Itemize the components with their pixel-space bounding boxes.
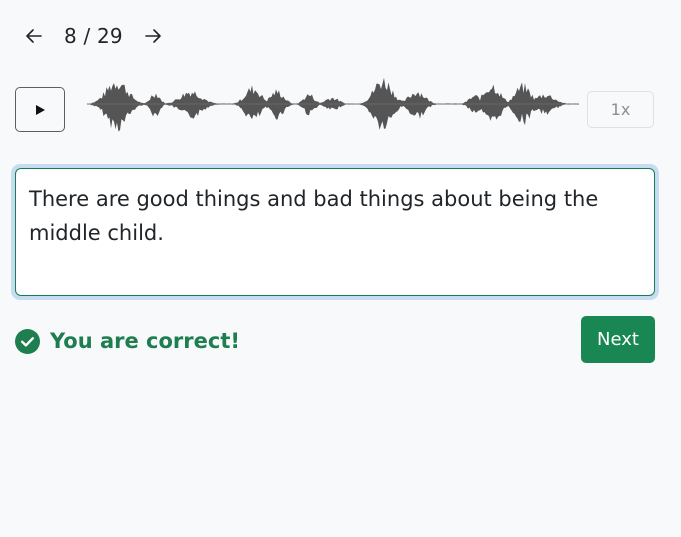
- question-counter: 8 / 29: [64, 24, 123, 48]
- next-button[interactable]: Next: [581, 316, 655, 363]
- play-icon: [36, 104, 45, 115]
- waveform-icon[interactable]: [87, 73, 579, 135]
- arrow-left-icon[interactable]: [24, 26, 44, 46]
- navigation-bar: 8 / 29: [24, 22, 163, 50]
- arrow-right-icon[interactable]: [143, 26, 163, 46]
- feedback-message: You are correct!: [15, 328, 240, 354]
- answer-input[interactable]: There are good things and bad things abo…: [15, 168, 655, 296]
- feedback-text: You are correct!: [50, 329, 240, 353]
- play-button[interactable]: [15, 87, 65, 132]
- speed-button[interactable]: 1x: [587, 91, 654, 128]
- audio-player: 1x: [15, 77, 655, 134]
- waveform-shape: [87, 77, 579, 132]
- answer-focus-ring: There are good things and bad things abo…: [11, 164, 659, 300]
- check-circle-icon: [15, 328, 40, 354]
